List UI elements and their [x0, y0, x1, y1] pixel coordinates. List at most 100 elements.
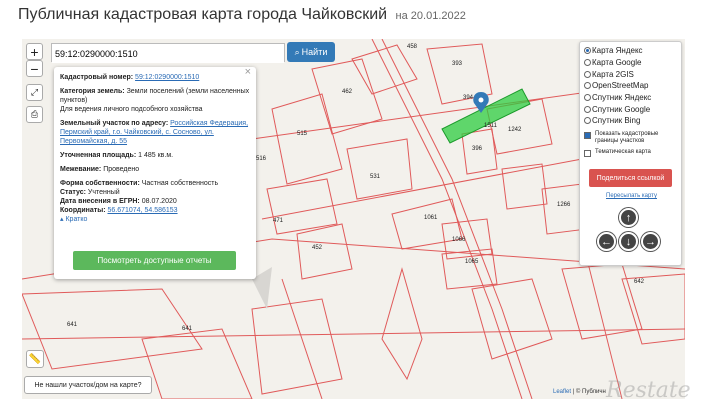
- radio-unselected[interactable]: [584, 82, 591, 90]
- survey-value: Проведено: [103, 166, 140, 173]
- map[interactable]: 458 393 462 394 1511 1242 515 396 1266 5…: [22, 39, 685, 399]
- layer-option-label: OpenStreetMap: [592, 81, 649, 91]
- not-found-button[interactable]: Не нашли участок/дом на карте?: [24, 376, 152, 394]
- ownership-value: Частная собственность: [141, 180, 219, 187]
- layer-option[interactable]: Спутник Bing: [584, 115, 677, 127]
- plot-label: 452: [312, 245, 323, 251]
- layer-options: Карта Яндекс Карта Google Карта 2GIS OpenSt…: [584, 45, 677, 127]
- share-link-button[interactable]: Поделиться ссылкой: [589, 169, 672, 187]
- layer-option-label: Карта 2GIS: [592, 69, 634, 79]
- plot: [296, 223, 353, 280]
- area-row: Уточненная площадь: 1 485 кв.м.: [60, 151, 250, 160]
- close-icon[interactable]: ×: [245, 67, 251, 78]
- thematic-toggle[interactable]: Тематическая карта: [584, 149, 677, 157]
- plot: [271, 93, 343, 185]
- collapse-toggle[interactable]: ▴ Кратко: [60, 215, 250, 224]
- survey-label: Межевание:: [60, 166, 102, 173]
- details-block: Форма собственности: Частная собственнос…: [60, 179, 250, 224]
- show-boundaries-label: Показать кадастровые границы участков: [595, 130, 659, 144]
- show-boundaries-toggle[interactable]: Показать кадастровые границы участков: [584, 131, 677, 145]
- attribution-text: | © Публичн: [572, 389, 606, 395]
- show-reports-button[interactable]: Посмотреть доступные отчеты: [73, 251, 236, 270]
- arrow-up-icon[interactable]: ↑: [619, 208, 638, 227]
- layer-option[interactable]: Спутник Яндекс: [584, 92, 677, 104]
- layer-option-label: Спутник Bing: [592, 116, 641, 126]
- road: [261, 158, 583, 220]
- layer-option[interactable]: OpenStreetMap: [584, 80, 677, 92]
- coords-label: Координаты:: [60, 207, 106, 214]
- zoom-out-button[interactable]: −: [26, 60, 43, 77]
- zoom-out-label: −: [30, 60, 39, 77]
- share-link-label: Поделиться ссылкой: [596, 174, 665, 182]
- plot: [381, 267, 423, 381]
- area-value: 1 485 кв.м.: [138, 152, 174, 159]
- layer-option[interactable]: Спутник Google: [584, 103, 677, 115]
- plot-label: 641: [67, 322, 78, 328]
- arrow-right-icon[interactable]: →: [641, 232, 660, 251]
- radio-selected[interactable]: [584, 47, 591, 55]
- share-map-link[interactable]: Пересылать карту: [580, 193, 683, 199]
- cad-number-label: Кадастровый номер:: [60, 74, 134, 81]
- plot-label: 396: [472, 146, 483, 152]
- plot: [471, 278, 553, 360]
- leaflet-link[interactable]: Leaflet: [553, 389, 571, 395]
- layer-option-label: Спутник Яндекс: [592, 93, 652, 103]
- plot-label: 516: [256, 156, 267, 162]
- ruler-button[interactable]: 📏: [26, 350, 44, 368]
- egrn-value: 08.07.2020: [141, 198, 177, 205]
- layer-option[interactable]: Карта 2GIS: [584, 68, 677, 80]
- address-row: Земельный участок по адресу: Российская …: [60, 119, 250, 146]
- egrn-label: Дата внесения в ЕГРН:: [60, 198, 140, 205]
- coords-link[interactable]: 56.671074, 54.586153: [107, 207, 177, 214]
- radio-unselected[interactable]: [584, 94, 591, 102]
- plot: [22, 288, 203, 370]
- radio-unselected[interactable]: [584, 59, 591, 67]
- plot-label: 641: [182, 326, 193, 332]
- fullscreen-button[interactable]: ⤢: [26, 84, 43, 101]
- usage-value: Для ведения личного подсобного хозяйства: [60, 106, 203, 113]
- arrow-left-icon[interactable]: ←: [597, 232, 616, 251]
- plot-label: 458: [407, 44, 418, 50]
- cad-number-link[interactable]: 59:12:0290000:1510: [135, 74, 199, 81]
- arrow-down-icon[interactable]: ↓: [619, 232, 638, 251]
- layer-option[interactable]: Карта Google: [584, 57, 677, 69]
- page-date: на 20.01.2022: [395, 10, 466, 22]
- address-label: Земельный участок по адресу:: [60, 120, 169, 127]
- survey-row: Межевание: Проведено: [60, 165, 250, 174]
- expand-icon: ⤢: [30, 87, 39, 97]
- cad-number-row: Кадастровый номер: 59:12:0290000:1510: [60, 73, 250, 82]
- plot: [621, 273, 685, 345]
- print-button[interactable]: ⎙: [26, 106, 43, 123]
- plot-label: 394: [463, 95, 474, 101]
- plot-label: 462: [342, 89, 353, 95]
- watermark-logo: Restate: [606, 378, 691, 403]
- thematic-label: Тематическая карта: [595, 148, 651, 155]
- land-category-row: Категория земель: Земли поселений (земли…: [60, 87, 250, 114]
- plot-label: 1061: [424, 215, 438, 221]
- plot: [251, 298, 343, 395]
- plot: [141, 328, 253, 399]
- plot-label: 1066: [452, 237, 466, 243]
- plot-label: 471: [273, 218, 284, 224]
- triangle-up-icon: ▴: [60, 216, 64, 223]
- plot-info-popup: × Кадастровый номер: 59:12:0290000:1510 …: [54, 67, 256, 279]
- plot-label: 393: [452, 61, 463, 67]
- radio-unselected[interactable]: [584, 117, 591, 125]
- checkbox-checked[interactable]: [584, 131, 591, 139]
- attribution: Leaflet | © Публичн: [553, 389, 606, 395]
- plot: [351, 44, 418, 95]
- layer-option[interactable]: Карта Яндекс: [584, 45, 677, 57]
- page-title-text: Публичная кадастровая карта города Чайко…: [18, 6, 388, 23]
- area-label: Уточненная площадь:: [60, 152, 137, 159]
- search-input[interactable]: [52, 45, 284, 63]
- layer-option-label: Карта Яндекс: [592, 46, 643, 56]
- find-button-label: Найти: [301, 47, 328, 57]
- radio-unselected[interactable]: [584, 105, 591, 113]
- radio-unselected[interactable]: [584, 70, 591, 78]
- page-title: Публичная кадастровая карта города Чайко…: [18, 6, 466, 24]
- checkbox-unchecked[interactable]: [584, 149, 591, 157]
- status-label: Статус:: [60, 189, 86, 196]
- find-button[interactable]: ⌕ Найти: [287, 42, 335, 62]
- plot-label: 1511: [484, 123, 498, 129]
- zoom-in-button[interactable]: +: [26, 43, 43, 60]
